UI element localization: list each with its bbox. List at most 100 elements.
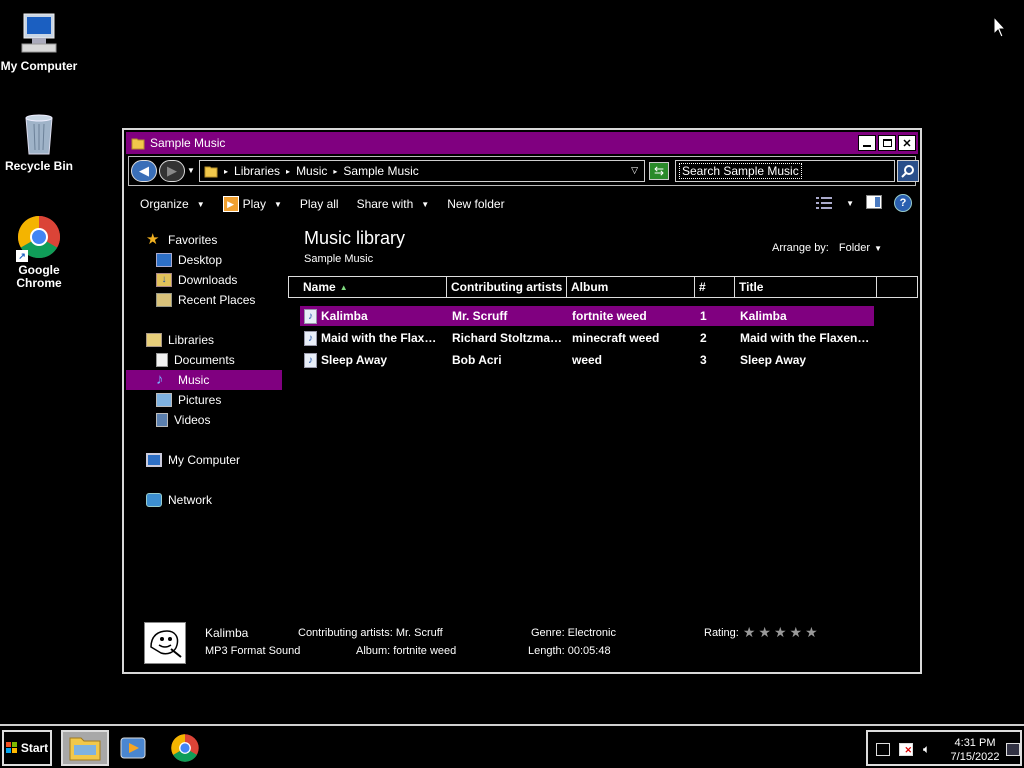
breadcrumb-separator-icon[interactable]: ▸ xyxy=(224,167,228,176)
cell-album: weed xyxy=(572,353,603,367)
play-button[interactable]: ▶ Play ▼ xyxy=(222,196,282,212)
nav-recent-places[interactable]: Recent Places xyxy=(156,290,255,310)
album-art-thumbnail xyxy=(144,622,186,664)
audio-file-icon: ♪ xyxy=(304,330,317,346)
organize-button[interactable]: Organize ▼ xyxy=(140,197,205,211)
file-name: Kalimba xyxy=(321,309,368,323)
nav-label: Network xyxy=(168,493,213,507)
table-row[interactable]: ♪ Sleep Away Bob Acri weed 3 Sleep Away xyxy=(300,350,874,370)
refresh-button[interactable]: ⇆ xyxy=(649,162,669,180)
address-dropdown-icon[interactable]: ▽ xyxy=(631,165,638,176)
nav-music[interactable]: ♪ Music xyxy=(126,370,282,390)
column-label: # xyxy=(699,280,706,294)
desktop-icon-recycle-bin[interactable]: Recycle Bin xyxy=(0,110,80,173)
start-button[interactable]: Start xyxy=(2,730,52,766)
taskbar-explorer-button[interactable] xyxy=(61,730,109,766)
preview-pane-button[interactable] xyxy=(866,194,882,212)
network-icon xyxy=(146,493,162,507)
column-header: Name ▲ Contributing artists Album # Title xyxy=(288,276,918,298)
nav-videos[interactable]: Videos xyxy=(156,410,210,430)
chevron-down-icon: ▼ xyxy=(196,199,205,209)
nav-label: Music xyxy=(178,373,210,387)
folder-icon xyxy=(131,138,145,150)
show-desktop-icon[interactable] xyxy=(1006,743,1020,756)
nav-documents[interactable]: Documents xyxy=(156,350,235,370)
network-status-icon[interactable] xyxy=(876,743,890,756)
table-row[interactable]: ♪ Kalimba Mr. Scruff fortnite weed 1 Kali… xyxy=(300,306,874,326)
play-label: Play xyxy=(242,197,266,211)
column-extra[interactable] xyxy=(877,277,917,297)
recent-pages-dropdown[interactable]: ▼ xyxy=(187,166,195,175)
nav-label: Recent Places xyxy=(178,293,256,307)
arrange-by: Arrange by: Folder ▼ xyxy=(772,242,882,254)
minimize-button[interactable] xyxy=(858,135,876,151)
column-name[interactable]: Name ▲ xyxy=(289,277,447,297)
column-number[interactable]: # xyxy=(695,277,735,297)
arrange-by-dropdown[interactable]: Folder ▼ xyxy=(839,242,882,254)
close-button[interactable]: ✕ xyxy=(898,135,916,151)
breadcrumb-music[interactable]: Music xyxy=(296,164,327,178)
breadcrumb-separator-icon[interactable]: ▸ xyxy=(286,167,290,176)
cell-artist: Richard Stoltzma… xyxy=(452,331,563,345)
title-bar[interactable]: Sample Music ✕ xyxy=(126,132,918,154)
change-view-button[interactable]: ▼ xyxy=(816,197,854,209)
details-pane: Kalimba MP3 Format Sound Contributing ar… xyxy=(126,608,918,670)
mouse-cursor-icon xyxy=(993,15,1007,41)
cell-artist: Bob Acri xyxy=(452,353,502,367)
column-contributing-artists[interactable]: Contributing artists xyxy=(447,277,567,297)
windows-logo-icon xyxy=(5,742,17,753)
column-album[interactable]: Album xyxy=(567,277,695,297)
action-center-flag-icon[interactable]: ✕ xyxy=(899,743,913,756)
desktop-icon-my-computer[interactable]: My Computer xyxy=(0,10,80,73)
play-all-button[interactable]: Play all xyxy=(300,197,339,211)
column-title[interactable]: Title xyxy=(735,277,877,297)
forward-button[interactable]: ▶ xyxy=(159,160,185,182)
explorer-folder-icon xyxy=(69,737,101,761)
cell-name: ♪ Maid with the Flax… xyxy=(300,330,448,346)
address-bar[interactable]: ▸ Libraries ▸ Music ▸ Sample Music ▽ xyxy=(199,160,645,182)
maximize-button[interactable] xyxy=(878,135,896,151)
nav-downloads[interactable]: ↓ Downloads xyxy=(156,270,237,290)
nav-pictures[interactable]: Pictures xyxy=(156,390,221,410)
forward-arrow-icon: ▶ xyxy=(167,163,177,178)
nav-desktop[interactable]: Desktop xyxy=(156,250,222,270)
cell-artist: Mr. Scruff xyxy=(452,309,508,323)
new-folder-button[interactable]: New folder xyxy=(447,197,504,211)
breadcrumb-sample-music[interactable]: Sample Music xyxy=(343,164,418,178)
nav-label: Documents xyxy=(174,353,235,367)
help-icon: ? xyxy=(899,197,907,209)
system-tray: ✕ 🔈︎ 4:31 PM 7/15/2022 xyxy=(866,730,1022,766)
media-player-icon xyxy=(120,737,146,759)
share-with-button[interactable]: Share with ▼ xyxy=(357,197,430,211)
rating-label: Rating: xyxy=(704,626,739,639)
breadcrumb-libraries[interactable]: Libraries xyxy=(234,164,280,178)
arrange-by-label: Arrange by: xyxy=(772,242,829,254)
sort-ascending-icon: ▲ xyxy=(339,282,348,292)
back-button[interactable]: ◀ xyxy=(131,160,157,182)
search-button[interactable] xyxy=(897,160,919,182)
breadcrumb-separator-icon[interactable]: ▸ xyxy=(333,167,337,176)
nav-libraries[interactable]: Libraries xyxy=(146,330,214,350)
desktop-icon-google-chrome[interactable]: ↗ Google Chrome xyxy=(0,214,80,290)
clock[interactable]: 4:31 PM 7/15/2022 xyxy=(946,736,1004,764)
taskbar-chrome-button[interactable] xyxy=(161,730,209,766)
volume-icon[interactable]: 🔈︎ xyxy=(923,743,937,756)
folder-icon xyxy=(204,166,218,178)
rating-stars-icon[interactable]: ★★★★★ xyxy=(743,624,821,641)
nav-network[interactable]: Network xyxy=(146,490,212,510)
nav-favorites[interactable]: ★ Favorites xyxy=(146,230,217,250)
explorer-window: Sample Music ✕ ◀ ▶ ▼ ▸ Libraries ▸ Music… xyxy=(122,128,922,674)
play-icon: ▶ xyxy=(222,196,239,212)
column-label: Name xyxy=(303,280,336,294)
help-button[interactable]: ? xyxy=(894,194,912,212)
column-label: Title xyxy=(739,280,764,294)
cell-title: Sleep Away xyxy=(740,353,807,367)
column-label: Album xyxy=(571,280,609,294)
details-file-type: MP3 Format Sound xyxy=(205,645,301,657)
table-row[interactable]: ♪ Maid with the Flax… Richard Stoltzma… m… xyxy=(300,328,874,348)
cell-title: Maid with the Flaxen… xyxy=(740,331,870,345)
search-input[interactable]: Search Sample Music xyxy=(675,160,895,182)
nav-label: Libraries xyxy=(168,333,215,347)
nav-my-computer[interactable]: My Computer xyxy=(146,450,240,470)
taskbar-media-player-button[interactable] xyxy=(109,730,157,766)
